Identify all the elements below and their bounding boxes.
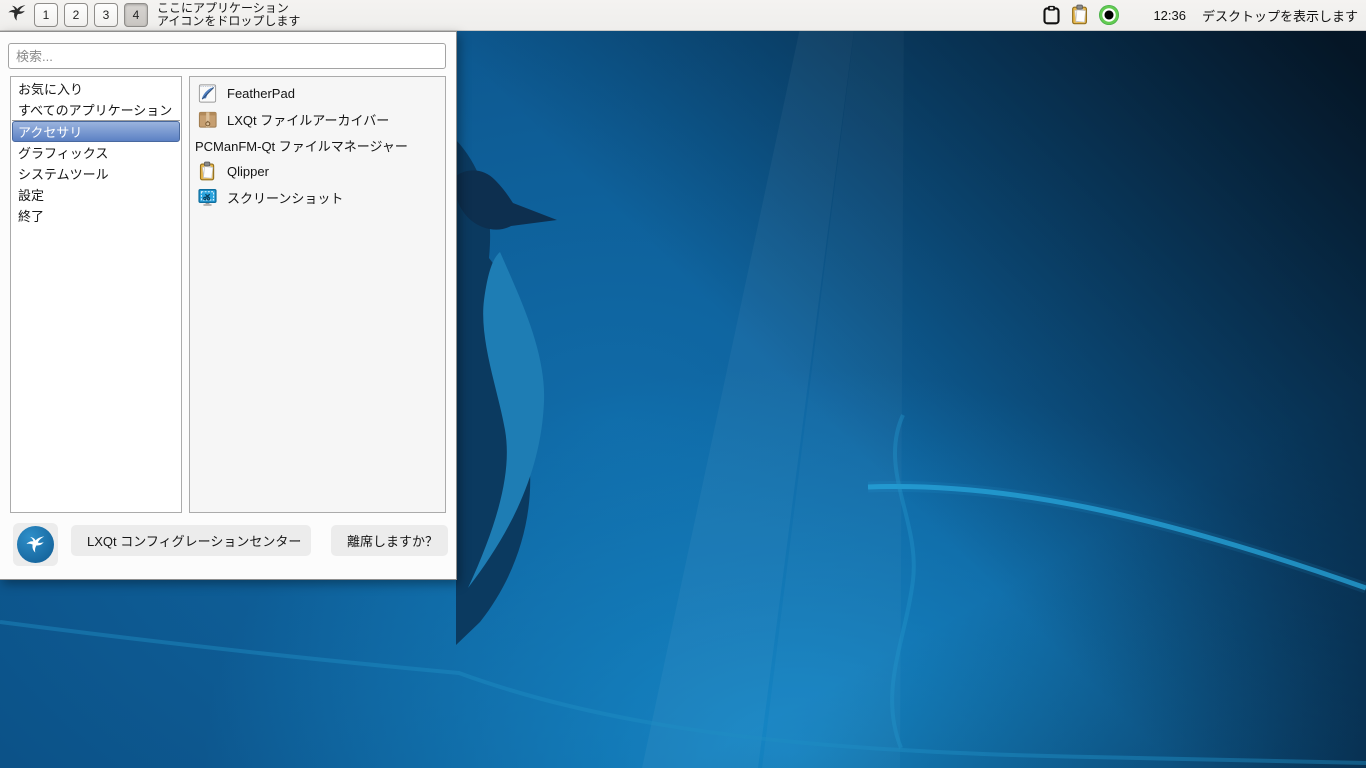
category-item-settings[interactable]: 設定 <box>12 184 180 205</box>
qlipper-tray-icon[interactable] <box>1069 4 1091 26</box>
panel-right-cluster: 12:36 デスクトップを表示します <box>1040 4 1358 26</box>
workspace-button-1[interactable]: 1 <box>34 3 58 27</box>
screen: 1 2 3 4 ここにアプリケーション アイコンをドロップします 12:36 デ… <box>0 0 1366 768</box>
app-item-pcmanfm[interactable]: PCManFM-Qt ファイルマネージャー <box>190 132 445 158</box>
app-item-qlipper[interactable]: Qlipper <box>190 158 445 184</box>
menu-footer: LXQt コンフィグレーションセンター 離席しますか？ <box>0 523 456 566</box>
top-panel: 1 2 3 4 ここにアプリケーション アイコンをドロップします 12:36 デ… <box>0 0 1366 31</box>
workspace-button-3[interactable]: 3 <box>94 3 118 27</box>
search-input[interactable] <box>8 43 446 69</box>
clock[interactable]: 12:36 <box>1153 8 1186 23</box>
lxqt-logo-icon <box>17 526 54 563</box>
system-tray <box>1040 4 1120 26</box>
record-tray-icon[interactable] <box>1098 4 1120 26</box>
hummingbird-icon <box>5 1 30 29</box>
category-item-all-applications[interactable]: すべてのアプリケーション <box>12 99 180 120</box>
lxqt-about-button[interactable] <box>13 523 58 566</box>
quicklaunch-drop-area[interactable]: ここにアプリケーション アイコンをドロップします <box>157 2 300 28</box>
category-item-accessories[interactable]: アクセサリ <box>12 121 180 142</box>
app-label: スクリーンショット <box>227 190 344 206</box>
screenshot-icon <box>197 187 218 208</box>
app-item-featherpad[interactable]: FeatherPad <box>190 80 445 106</box>
category-item-leave[interactable]: 終了 <box>12 205 180 226</box>
main-menu-popup: お気に入り すべてのアプリケーション アクセサリ グラフィックス システムツール… <box>0 31 457 580</box>
app-label: LXQt ファイルアーカイバー <box>227 112 390 128</box>
workspace-button-4[interactable]: 4 <box>124 3 148 27</box>
category-item-system-tools[interactable]: システムツール <box>12 163 180 184</box>
leave-button[interactable]: 離席しますか？ <box>331 525 448 556</box>
workspace-button-2[interactable]: 2 <box>64 3 88 27</box>
featherpad-icon <box>197 83 218 104</box>
app-item-archiver[interactable]: LXQt ファイルアーカイバー <box>190 106 445 132</box>
drop-hint-line2: アイコンをドロップします <box>157 14 301 28</box>
category-list: お気に入り すべてのアプリケーション アクセサリ グラフィックス システムツール… <box>10 76 182 513</box>
application-list: FeatherPad LXQt ファイルアーカイバー PCManFM-Qt ファ… <box>189 76 446 513</box>
show-desktop-button[interactable]: デスクトップを表示します <box>1202 6 1358 25</box>
app-item-screenshot[interactable]: スクリーンショット <box>190 184 445 210</box>
app-label: FeatherPad <box>227 85 295 101</box>
qlipper-icon <box>197 161 218 182</box>
category-item-graphics[interactable]: グラフィックス <box>12 142 180 163</box>
configuration-center-button[interactable]: LXQt コンフィグレーションセンター <box>71 525 311 556</box>
workspace-pager: 1 2 3 4 <box>34 3 148 27</box>
category-item-favorites[interactable]: お気に入り <box>12 78 180 99</box>
app-label: Qlipper <box>227 163 269 179</box>
main-menu-button[interactable] <box>4 2 31 29</box>
archiver-icon <box>197 109 218 130</box>
clipboard-tray-icon[interactable] <box>1040 4 1062 26</box>
app-label: PCManFM-Qt ファイルマネージャー <box>195 138 408 154</box>
record-dot-icon <box>1099 5 1120 25</box>
